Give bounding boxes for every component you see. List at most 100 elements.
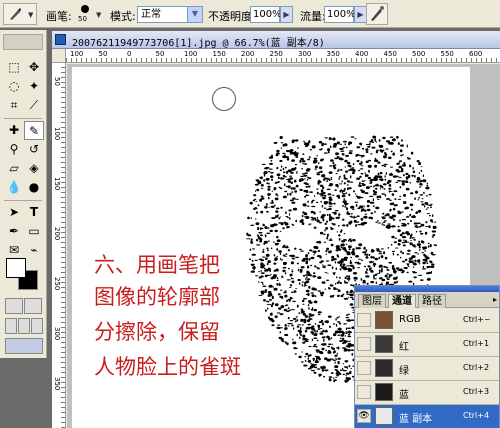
freckle-speck — [388, 274, 393, 277]
freckle-speck — [273, 254, 276, 257]
tab-paths[interactable]: 路径 — [418, 294, 446, 308]
eraser-tool-icon[interactable]: ▱ — [4, 159, 24, 178]
eyedropper-tool-icon[interactable]: ⌁ — [24, 241, 44, 260]
freckle-speck — [333, 334, 335, 336]
document-title-bar[interactable]: 20076211949773706[1].jpg @ 66.7%(蓝 副本/8) — [52, 31, 500, 49]
freckle-speck — [384, 178, 387, 181]
freckle-speck — [279, 252, 282, 255]
blur-tool-icon[interactable]: 💧 — [4, 178, 24, 197]
clone-stamp-tool-icon[interactable]: ⚲ — [4, 140, 24, 159]
visibility-eye-icon[interactable]: 👁 — [357, 409, 371, 423]
freckle-speck — [326, 180, 329, 182]
visibility-eye-icon[interactable] — [357, 385, 371, 399]
panel-menu-icon[interactable]: ▸ — [493, 295, 497, 304]
freckle-speck — [318, 373, 322, 377]
freckle-speck — [350, 205, 355, 209]
flow-input[interactable]: 100% — [324, 6, 356, 23]
freckle-speck — [399, 219, 401, 222]
freckle-speck — [420, 232, 424, 235]
freckle-speck — [349, 303, 354, 306]
standard-mode-button[interactable] — [5, 298, 23, 314]
freckle-speck — [343, 200, 346, 203]
freckle-speck — [323, 194, 327, 197]
path-selection-tool-icon[interactable]: ➤ — [4, 203, 24, 222]
slice-tool-icon[interactable]: ⟋ — [24, 96, 44, 115]
freckle-speck — [335, 152, 339, 156]
freckle-speck — [420, 223, 425, 227]
jump-to-imageready-button[interactable] — [5, 338, 43, 354]
freckle-speck — [339, 263, 342, 267]
freckle-speck — [305, 327, 308, 330]
screen-mode-standard-button[interactable] — [5, 318, 17, 334]
shape-tool-icon[interactable]: ▭ — [24, 222, 44, 241]
freckle-speck — [312, 275, 317, 278]
freckle-speck — [330, 159, 334, 162]
freckle-speck — [294, 190, 298, 193]
healing-brush-tool-icon[interactable]: ✚ — [4, 121, 24, 140]
freckle-speck — [364, 174, 367, 177]
paint-bucket-tool-icon[interactable]: ◈ — [24, 159, 44, 178]
photoshop-feather-logo[interactable] — [3, 34, 43, 50]
visibility-eye-icon[interactable] — [357, 313, 371, 327]
ruler-origin[interactable] — [52, 49, 66, 63]
dodge-tool-icon[interactable]: ● — [24, 178, 44, 197]
freckle-speck — [340, 330, 344, 333]
channel-row[interactable]: RGB Ctrl+~ — [355, 309, 499, 333]
freckle-speck — [276, 326, 281, 330]
freckle-speck — [263, 240, 268, 244]
foreground-color-swatch[interactable] — [6, 258, 26, 278]
mode-select[interactable]: 正常 ▼ — [137, 6, 203, 23]
opacity-input[interactable]: 100% — [250, 6, 282, 23]
freckle-speck — [395, 204, 398, 207]
freckle-speck — [260, 290, 265, 294]
airbrush-button[interactable] — [366, 3, 388, 25]
freckle-speck — [278, 217, 281, 220]
lasso-tool-icon[interactable]: ◌ — [4, 77, 24, 96]
freckle-speck — [273, 141, 278, 144]
freckle-speck — [291, 141, 295, 144]
visibility-eye-icon[interactable] — [357, 337, 371, 351]
freckle-speck — [304, 283, 307, 285]
freckle-speck — [313, 343, 317, 346]
freckle-speck — [265, 166, 270, 169]
freckle-speck — [266, 303, 272, 305]
crop-tool-icon[interactable]: ⌗ — [4, 96, 24, 115]
freckle-speck — [319, 255, 322, 259]
freckle-speck — [292, 317, 297, 320]
pen-tool-icon[interactable]: ✒ — [4, 222, 24, 241]
channel-row[interactable]: 👁 蓝 副本 Ctrl+4 — [355, 405, 499, 428]
freckle-speck — [288, 267, 290, 270]
vertical-ruler[interactable]: 50 100 150 200 250 300 350 — [52, 63, 66, 428]
channel-row[interactable]: 绿 Ctrl+2 — [355, 357, 499, 381]
freckle-speck — [420, 169, 423, 172]
marquee-tool-icon[interactable]: ⬚ — [4, 58, 24, 77]
visibility-eye-icon[interactable] — [357, 361, 371, 375]
move-tool-icon[interactable]: ✥ — [24, 58, 44, 77]
freckle-speck — [346, 207, 349, 211]
chevron-down-icon[interactable]: ▼ — [187, 7, 202, 22]
brush-size-picker[interactable]: 50 — [76, 2, 94, 26]
freckle-speck — [365, 148, 369, 151]
brush-tool-preset-button[interactable]: ▼ — [3, 3, 37, 25]
tab-channels[interactable]: 通道 — [388, 294, 416, 308]
freckle-speck — [304, 163, 308, 165]
chevron-down-icon[interactable]: ▼ — [96, 11, 101, 19]
tab-layers[interactable]: 图层 — [358, 294, 386, 308]
quick-mask-button[interactable] — [24, 298, 42, 314]
freckle-speck — [423, 191, 425, 195]
history-brush-tool-icon[interactable]: ↺ — [24, 140, 44, 159]
freckle-speck — [431, 230, 437, 233]
magic-wand-tool-icon[interactable]: ✦ — [24, 77, 44, 96]
type-tool-icon[interactable]: T — [24, 203, 44, 222]
freckle-speck — [366, 200, 371, 203]
opacity-slider-button[interactable]: ▶ — [280, 6, 293, 23]
brush-tool-icon[interactable]: ✎ — [24, 121, 44, 140]
horizontal-ruler[interactable]: 100 50 0 50 100 150 200 250 300 350 400 450 500 550 60… — [66, 49, 500, 63]
freckle-speck — [333, 377, 335, 380]
freckle-speck — [330, 295, 334, 297]
channel-row[interactable]: 红 Ctrl+1 — [355, 333, 499, 357]
freckle-speck — [274, 204, 276, 207]
channel-row[interactable]: 蓝 Ctrl+3 — [355, 381, 499, 405]
screen-mode-full-button[interactable] — [31, 318, 43, 334]
screen-mode-full-menu-button[interactable] — [18, 318, 30, 334]
